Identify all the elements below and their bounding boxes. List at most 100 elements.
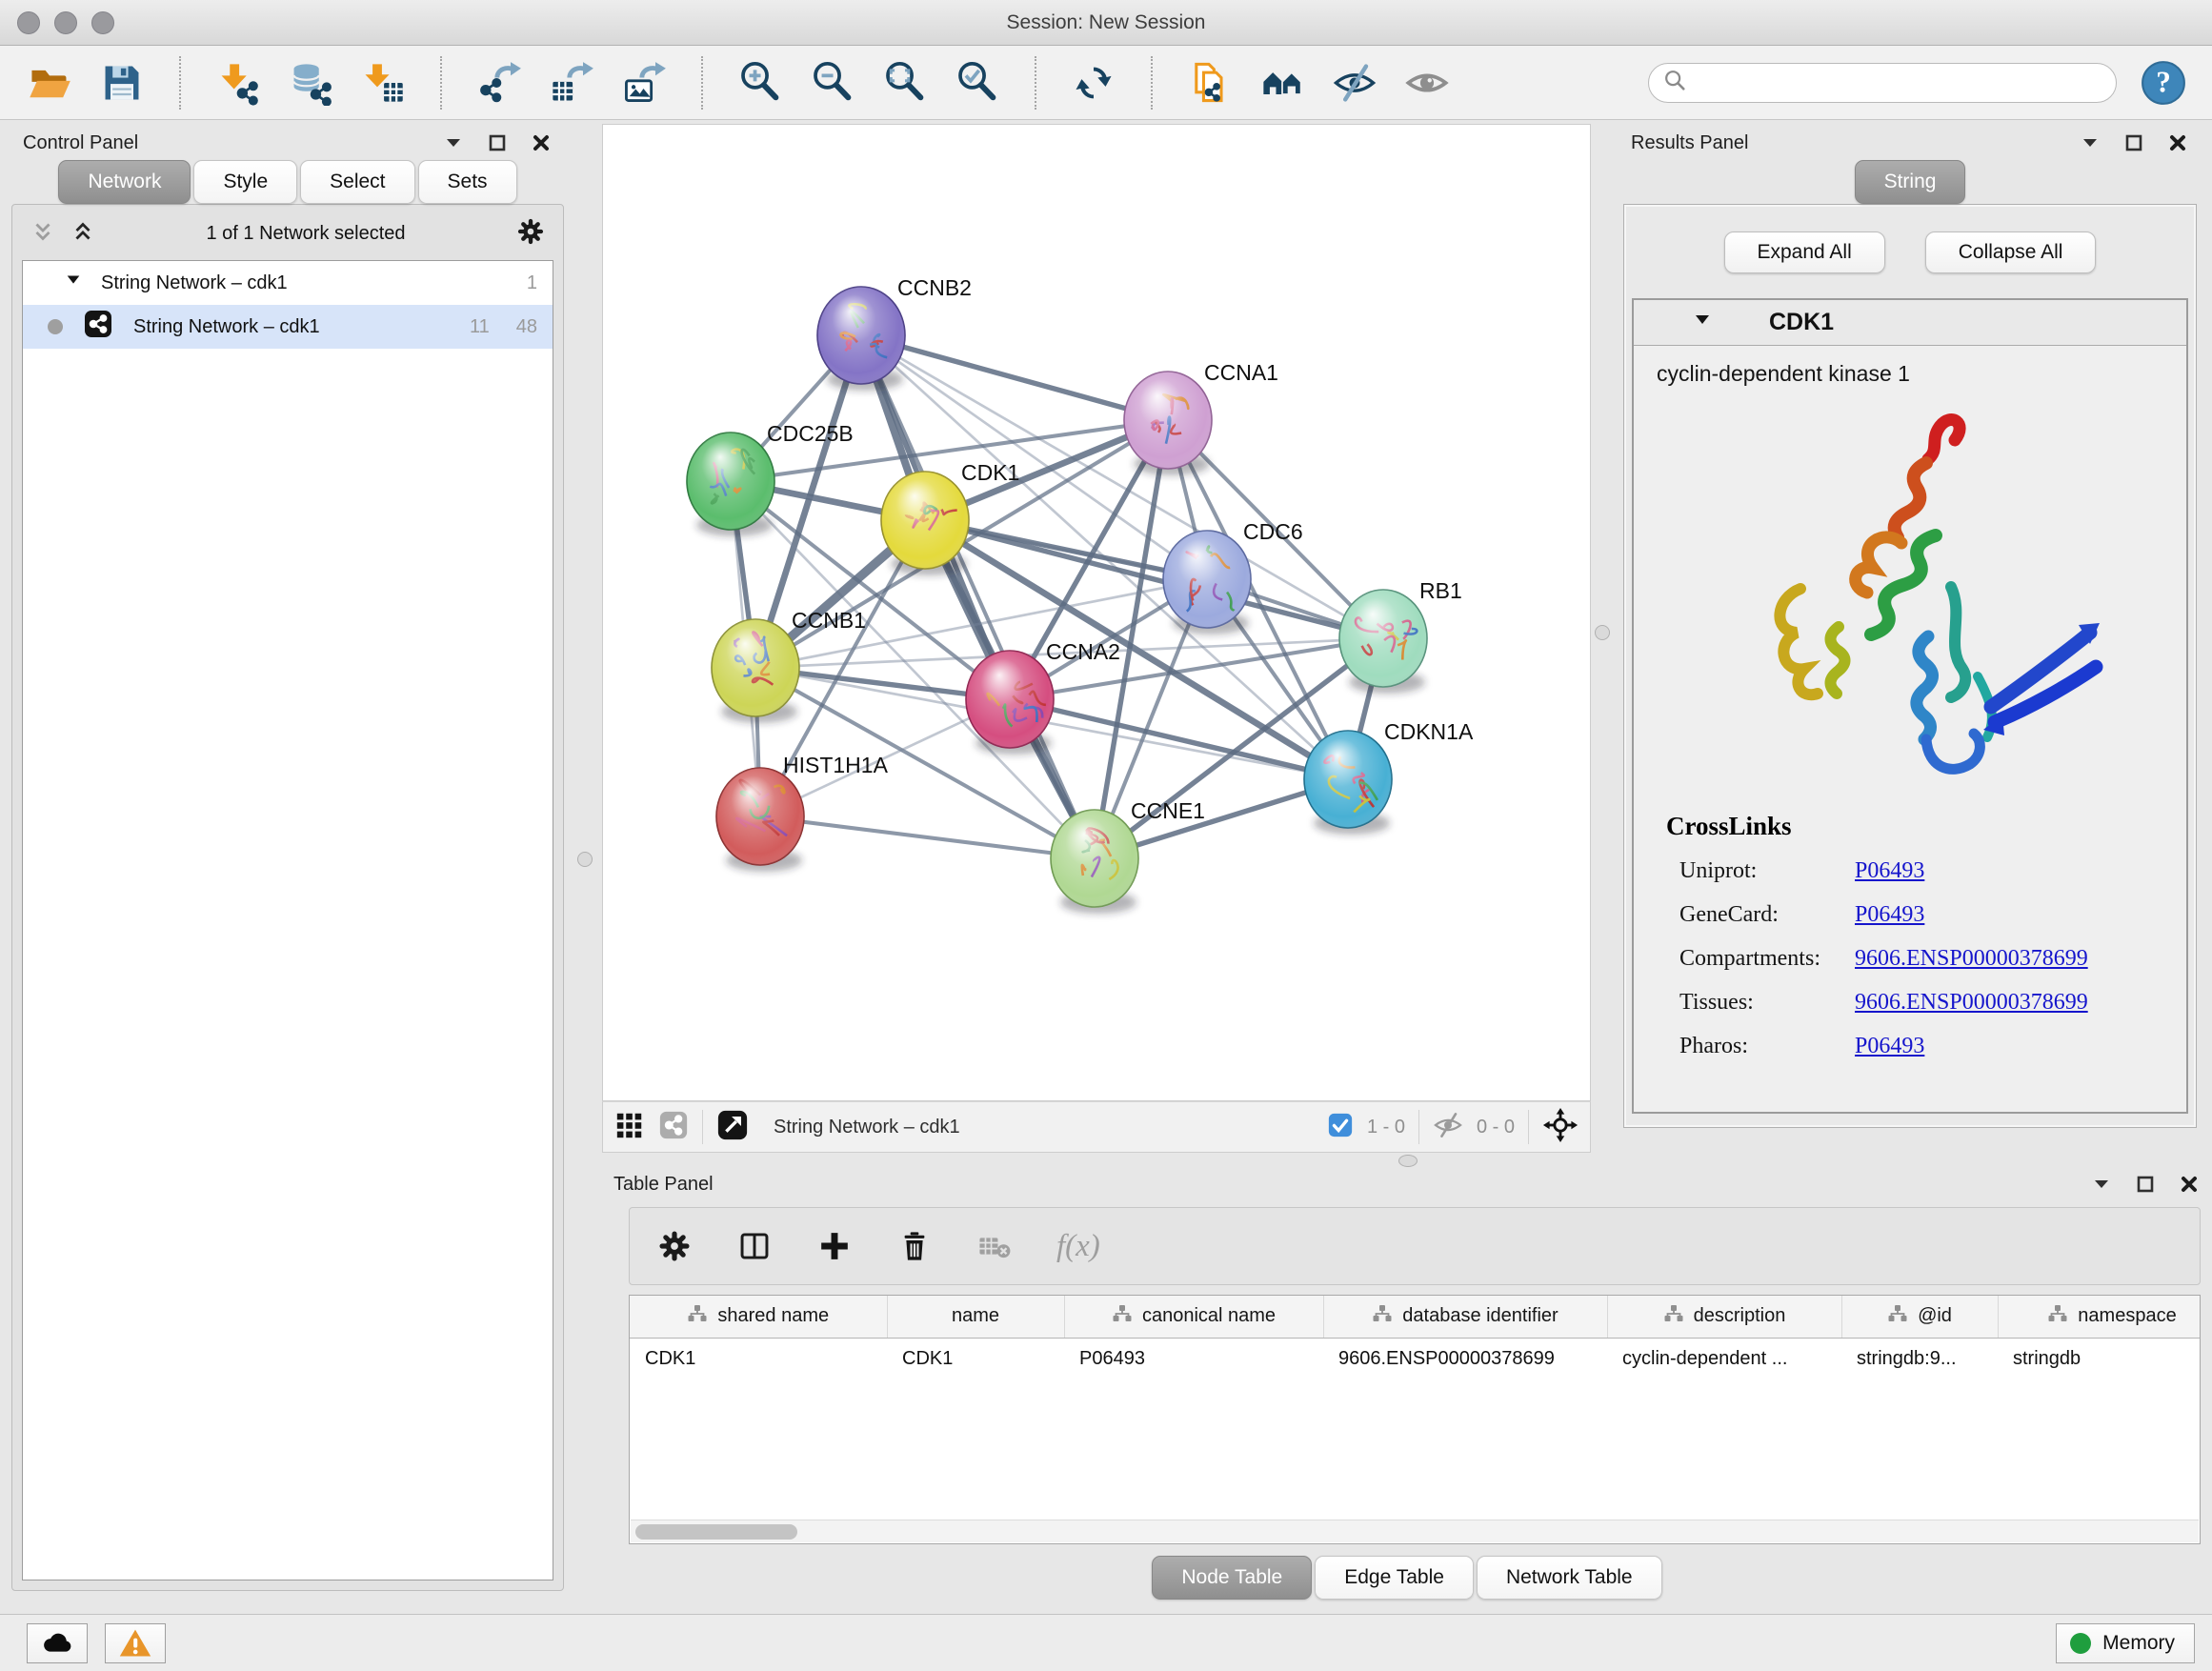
tab-node-table[interactable]: Node Table <box>1152 1556 1312 1600</box>
column-header-name[interactable]: name <box>887 1296 1064 1338</box>
node-RB1[interactable]: RB1 <box>1339 578 1462 694</box>
zoom-selected-icon[interactable] <box>953 58 1002 108</box>
cloud-services-button[interactable] <box>27 1623 88 1663</box>
import-database-icon[interactable] <box>286 58 335 108</box>
tab-network[interactable]: Network <box>58 160 191 204</box>
help-button[interactable]: ? <box>2140 59 2187 107</box>
node-HIST1H1A[interactable]: HIST1H1A <box>716 753 889 872</box>
refresh-icon[interactable] <box>1069 58 1118 108</box>
horizontal-splitter-grip[interactable] <box>1398 1155 1418 1167</box>
tab-sets[interactable]: Sets <box>418 160 517 204</box>
collapse-all-button[interactable]: Collapse All <box>1925 232 2097 273</box>
delete-column-icon[interactable] <box>896 1228 933 1264</box>
node-CCNA2[interactable]: CCNA2 <box>966 639 1120 755</box>
export-image-icon[interactable] <box>619 58 669 108</box>
import-network-icon[interactable] <box>213 58 263 108</box>
vertical-splitter-grip[interactable] <box>1595 625 1610 640</box>
table-cell[interactable]: P06493 <box>1064 1338 1323 1379</box>
memory-button[interactable]: Memory <box>2056 1623 2195 1663</box>
save-session-icon[interactable] <box>97 58 147 108</box>
expand-all-tree-icon[interactable] <box>70 218 96 250</box>
open-session-icon[interactable] <box>25 58 74 108</box>
zoom-in-icon[interactable] <box>735 58 785 108</box>
table-cell[interactable]: 9606.ENSP00000378699 <box>1323 1338 1607 1379</box>
network-collection-row[interactable]: String Network – cdk1 1 <box>23 261 553 305</box>
warnings-button[interactable] <box>105 1623 166 1663</box>
node-CDKN1A[interactable]: CDKN1A <box>1304 719 1474 835</box>
tab-edge-table[interactable]: Edge Table <box>1315 1556 1474 1600</box>
hidden-eye-icon[interactable] <box>1433 1110 1463 1145</box>
panel-menu-icon[interactable] <box>442 131 465 154</box>
node-CDC6[interactable]: CDC6 <box>1163 519 1303 634</box>
zoom-fit-icon[interactable] <box>880 58 930 108</box>
search-input[interactable] <box>1695 66 2102 100</box>
crosslink-link[interactable]: 9606.ENSP00000378699 <box>1855 980 2088 1024</box>
crosslink-link[interactable]: P06493 <box>1855 849 1924 893</box>
tab-network-table[interactable]: Network Table <box>1477 1556 1662 1600</box>
tab-select[interactable]: Select <box>300 160 414 204</box>
column-header-shared-name[interactable]: shared name <box>630 1296 887 1338</box>
protein-section-header[interactable]: CDK1 <box>1634 300 2186 346</box>
selection-checkbox[interactable] <box>1327 1112 1354 1143</box>
hide-selected-icon[interactable] <box>1330 58 1379 108</box>
close-panel-icon[interactable] <box>530 131 553 154</box>
node-CDK1[interactable]: CDK1 <box>881 460 1019 575</box>
tree-expander-icon[interactable] <box>65 272 82 294</box>
node-CDC25B[interactable]: CDC25B <box>687 421 854 536</box>
float-panel-icon[interactable] <box>2134 1173 2157 1196</box>
node-CCNA1[interactable]: CCNA1 <box>1124 360 1278 475</box>
crosslink-link[interactable]: P06493 <box>1855 1024 1924 1068</box>
string-network-icon[interactable] <box>658 1110 689 1145</box>
control-panel-tabs: NetworkStyleSelectSets <box>11 160 564 204</box>
table-cell[interactable]: cyclin-dependent ... <box>1607 1338 1841 1379</box>
table-row[interactable]: CDK1CDK1P064939606.ENSP00000378699cyclin… <box>630 1338 2201 1379</box>
pan-crosshair-icon[interactable] <box>1542 1107 1579 1148</box>
grid-view-icon[interactable] <box>614 1110 645 1145</box>
show-columns-icon[interactable] <box>736 1228 773 1264</box>
first-neighbors-icon[interactable] <box>1257 58 1307 108</box>
float-panel-icon[interactable] <box>2122 131 2145 154</box>
clone-network-icon[interactable] <box>1185 58 1235 108</box>
network-row-selected[interactable]: String Network – cdk1 11 48 <box>23 305 553 349</box>
zoom-out-icon[interactable] <box>808 58 857 108</box>
table-cell[interactable]: stringdb <box>1998 1338 2201 1379</box>
network-canvas[interactable]: CCNB2CCNA1CDC25BCDK1CDC6RB1CCNB1CCNA2CDK… <box>602 124 1591 1101</box>
node-CCNE1[interactable]: CCNE1 <box>1051 798 1205 914</box>
open-in-window-icon[interactable] <box>716 1109 749 1146</box>
column-header--id[interactable]: @id <box>1841 1296 1998 1338</box>
table-cell[interactable]: CDK1 <box>630 1338 887 1379</box>
panel-menu-icon[interactable] <box>2079 131 2101 154</box>
export-table-icon[interactable] <box>547 58 596 108</box>
table-cell[interactable]: stringdb:9... <box>1841 1338 1998 1379</box>
node-CCNB2[interactable]: CCNB2 <box>817 275 972 391</box>
network-edges <box>731 335 1383 858</box>
table-settings-gear-icon[interactable] <box>656 1228 693 1264</box>
table-cell[interactable]: CDK1 <box>887 1338 1064 1379</box>
table-horizontal-scrollbar[interactable] <box>631 1520 2199 1542</box>
scrollbar-thumb[interactable] <box>635 1524 797 1540</box>
float-panel-icon[interactable] <box>486 131 509 154</box>
panel-menu-icon[interactable] <box>2090 1173 2113 1196</box>
crosslink-link[interactable]: 9606.ENSP00000378699 <box>1855 936 2088 980</box>
vertical-splitter-grip[interactable] <box>577 852 593 867</box>
network-options-gear-icon[interactable] <box>515 216 546 252</box>
expand-all-button[interactable]: Expand All <box>1724 232 1885 273</box>
close-panel-icon[interactable] <box>2166 131 2189 154</box>
import-table-icon[interactable] <box>358 58 408 108</box>
column-header-canonical-name[interactable]: canonical name <box>1064 1296 1323 1338</box>
add-column-icon[interactable] <box>816 1228 853 1264</box>
show-all-icon[interactable] <box>1402 58 1452 108</box>
column-header-namespace[interactable]: namespace <box>1998 1296 2201 1338</box>
export-network-icon[interactable] <box>474 58 524 108</box>
network-graph[interactable]: CCNB2CCNA1CDC25BCDK1CDC6RB1CCNB1CCNA2CDK… <box>603 125 1590 1100</box>
collapse-all-tree-icon[interactable] <box>30 218 56 250</box>
column-header-description[interactable]: description <box>1607 1296 1841 1338</box>
section-collapse-icon[interactable] <box>1693 311 1712 334</box>
tab-style[interactable]: Style <box>193 160 297 204</box>
search-box[interactable] <box>1648 63 2117 103</box>
table-panel: Table Panel f(x) shared namenamecanonica… <box>602 1167 2212 1613</box>
crosslink-link[interactable]: P06493 <box>1855 893 1924 936</box>
column-header-database-identifier[interactable]: database identifier <box>1323 1296 1607 1338</box>
tab-string[interactable]: String <box>1855 160 1966 204</box>
close-panel-icon[interactable] <box>2178 1173 2201 1196</box>
